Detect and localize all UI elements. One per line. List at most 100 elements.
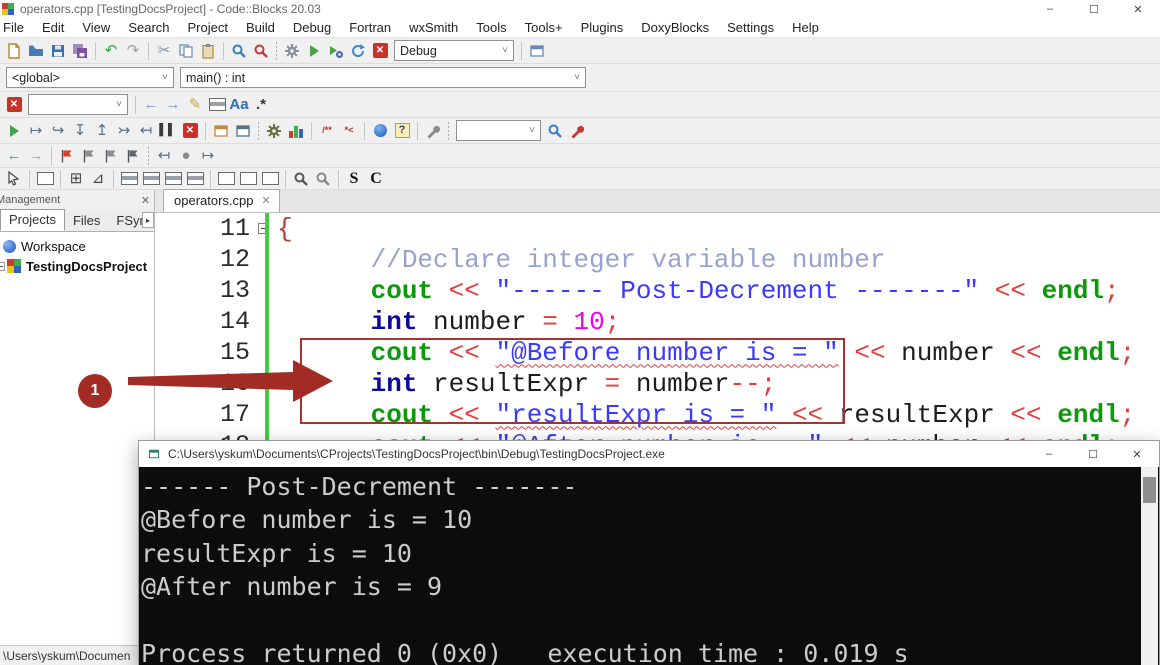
find-icon[interactable] xyxy=(229,41,249,61)
debug-info-icon[interactable] xyxy=(233,121,253,141)
wxsmith-pointer-icon[interactable] xyxy=(4,169,24,189)
wxsmith-sizer2-icon[interactable] xyxy=(141,169,161,189)
selected-text-icon[interactable] xyxy=(207,95,227,115)
tree-item-project[interactable]: TestingDocsProject xyxy=(0,256,154,276)
menu-item-tools-[interactable]: Tools+ xyxy=(516,18,572,37)
step-into-instruction-icon[interactable]: ↤ xyxy=(136,121,156,141)
minimize-button[interactable]: – xyxy=(1028,0,1072,18)
debug-continue-icon[interactable] xyxy=(4,121,24,141)
break-debugger-icon[interactable]: ▌▌ xyxy=(158,121,178,141)
stop-debugger-icon[interactable]: ✕ xyxy=(180,121,200,141)
step-out-icon[interactable]: ↥ xyxy=(92,121,112,141)
new-file-icon[interactable] xyxy=(4,41,24,61)
management-tab-files[interactable]: Files xyxy=(65,211,108,231)
paste-icon[interactable] xyxy=(198,41,218,61)
wxsmith-border1-icon[interactable] xyxy=(216,169,236,189)
debugging-windows-icon[interactable] xyxy=(211,121,231,141)
next-line-icon[interactable]: ↪ xyxy=(48,121,68,141)
fold-margin[interactable] xyxy=(250,223,277,234)
save-icon[interactable] xyxy=(48,41,68,61)
menu-item-project[interactable]: Project xyxy=(179,18,237,37)
menu-item-tools[interactable]: Tools xyxy=(467,18,515,37)
wxsmith-border3-icon[interactable] xyxy=(260,169,280,189)
prev-bookmark-icon[interactable] xyxy=(79,146,99,166)
console-close-button[interactable]: ✕ xyxy=(1115,441,1159,467)
wxsmith-sizer1-icon[interactable] xyxy=(119,169,139,189)
clear-search-icon[interactable]: ✕ xyxy=(4,95,24,115)
menu-item-plugins[interactable]: Plugins xyxy=(572,18,633,37)
wxsmith-sizer4-icon[interactable] xyxy=(185,169,205,189)
jump-forward-icon[interactable]: → xyxy=(26,146,46,166)
tree-item-workspace[interactable]: Workspace xyxy=(0,236,154,256)
select-target-icon[interactable] xyxy=(527,41,547,61)
menu-item-settings[interactable]: Settings xyxy=(718,18,783,37)
wxsmith-grid-sizer-icon[interactable]: ⊞ xyxy=(66,169,86,189)
expander-icon[interactable] xyxy=(0,261,5,271)
menu-item-fortran[interactable]: Fortran xyxy=(340,18,400,37)
redo-icon[interactable]: ↷ xyxy=(123,41,143,61)
wxsmith-flex-sizer-icon[interactable]: ⊿ xyxy=(88,169,108,189)
management-tab-projects[interactable]: Projects xyxy=(0,209,65,231)
undo-icon[interactable]: ↶ xyxy=(101,41,121,61)
wxsmith-sizer3-icon[interactable] xyxy=(163,169,183,189)
rebuild-icon[interactable] xyxy=(348,41,368,61)
menu-item-help[interactable]: Help xyxy=(783,18,828,37)
save-all-icon[interactable] xyxy=(70,41,90,61)
incremental-search-combo[interactable]: ˅ xyxy=(28,94,128,115)
zoom-in-icon[interactable] xyxy=(291,169,311,189)
run-to-cursor-icon[interactable]: ↦ xyxy=(26,121,46,141)
scope-combo[interactable]: <global> ˅ xyxy=(6,67,174,88)
goto-next-changed-icon[interactable]: ↦ xyxy=(198,146,218,166)
wxsmith-border2-icon[interactable] xyxy=(238,169,258,189)
highlight-icon[interactable]: ✎ xyxy=(185,95,205,115)
search-next-icon[interactable]: → xyxy=(163,95,183,115)
wxsmith-source-icon[interactable]: S xyxy=(344,169,364,189)
zoom-out-icon[interactable] xyxy=(313,169,333,189)
menu-item-file[interactable]: File xyxy=(0,18,33,37)
console-maximize-button[interactable]: ☐ xyxy=(1071,441,1115,467)
editor-tab-operators[interactable]: operators.cpp ✕ xyxy=(163,189,280,212)
match-case-icon[interactable]: Aa xyxy=(229,95,249,115)
search-prev-icon[interactable]: ← xyxy=(141,95,161,115)
build-and-run-icon[interactable] xyxy=(326,41,346,61)
management-close-icon[interactable]: ✕ xyxy=(141,194,150,207)
breakpoint-icon[interactable]: ● xyxy=(176,146,196,166)
menu-item-edit[interactable]: Edit xyxy=(33,18,73,37)
jump-back-icon[interactable]: ← xyxy=(4,146,24,166)
maximize-button[interactable]: ☐ xyxy=(1072,0,1116,18)
console-title-bar[interactable]: C:\Users\yskum\Documents\CProjects\Testi… xyxy=(139,441,1159,467)
build-target-combo[interactable]: Debug ˅ xyxy=(394,40,514,61)
symbols-find-icon[interactable] xyxy=(545,121,565,141)
console-scrollbar[interactable] xyxy=(1141,467,1158,665)
doxyblocks-help-icon[interactable]: ? xyxy=(392,121,412,141)
open-file-icon[interactable] xyxy=(26,41,46,61)
line-comment-icon[interactable]: *< xyxy=(339,121,359,141)
console-scrollbar-thumb[interactable] xyxy=(1143,477,1156,503)
menu-item-build[interactable]: Build xyxy=(237,18,284,37)
doxygen-sphere-icon[interactable] xyxy=(370,121,390,141)
toggle-bookmark-icon[interactable] xyxy=(57,146,77,166)
build-icon[interactable] xyxy=(282,41,302,61)
menu-item-doxyblocks[interactable]: DoxyBlocks xyxy=(632,18,718,37)
doxyblocks-extract-icon[interactable] xyxy=(264,121,284,141)
cut-icon[interactable]: ✂ xyxy=(154,41,174,61)
function-combo[interactable]: main() : int ˅ xyxy=(180,67,586,88)
goto-prev-changed-icon[interactable]: ↤ xyxy=(154,146,174,166)
symbols-settings-icon[interactable] xyxy=(567,121,587,141)
close-button[interactable]: ✕ xyxy=(1116,0,1160,18)
clear-bookmarks-icon[interactable] xyxy=(123,146,143,166)
run-icon[interactable] xyxy=(304,41,324,61)
next-instruction-icon[interactable]: ↣ xyxy=(114,121,134,141)
symbols-search-combo[interactable]: ˅ xyxy=(456,120,541,141)
regex-icon[interactable]: .* xyxy=(251,95,271,115)
menu-item-wxsmith[interactable]: wxSmith xyxy=(400,18,467,37)
menu-item-debug[interactable]: Debug xyxy=(284,18,340,37)
next-bookmark-icon[interactable] xyxy=(101,146,121,166)
menu-item-search[interactable]: Search xyxy=(119,18,178,37)
tab-scroll-arrow[interactable]: ▸ xyxy=(142,212,154,228)
console-minimize-button[interactable]: – xyxy=(1027,441,1071,467)
menu-item-view[interactable]: View xyxy=(73,18,119,37)
replace-icon[interactable] xyxy=(251,41,271,61)
doxyblocks-settings-icon[interactable] xyxy=(423,121,443,141)
wxsmith-content-icon[interactable]: C xyxy=(366,169,386,189)
